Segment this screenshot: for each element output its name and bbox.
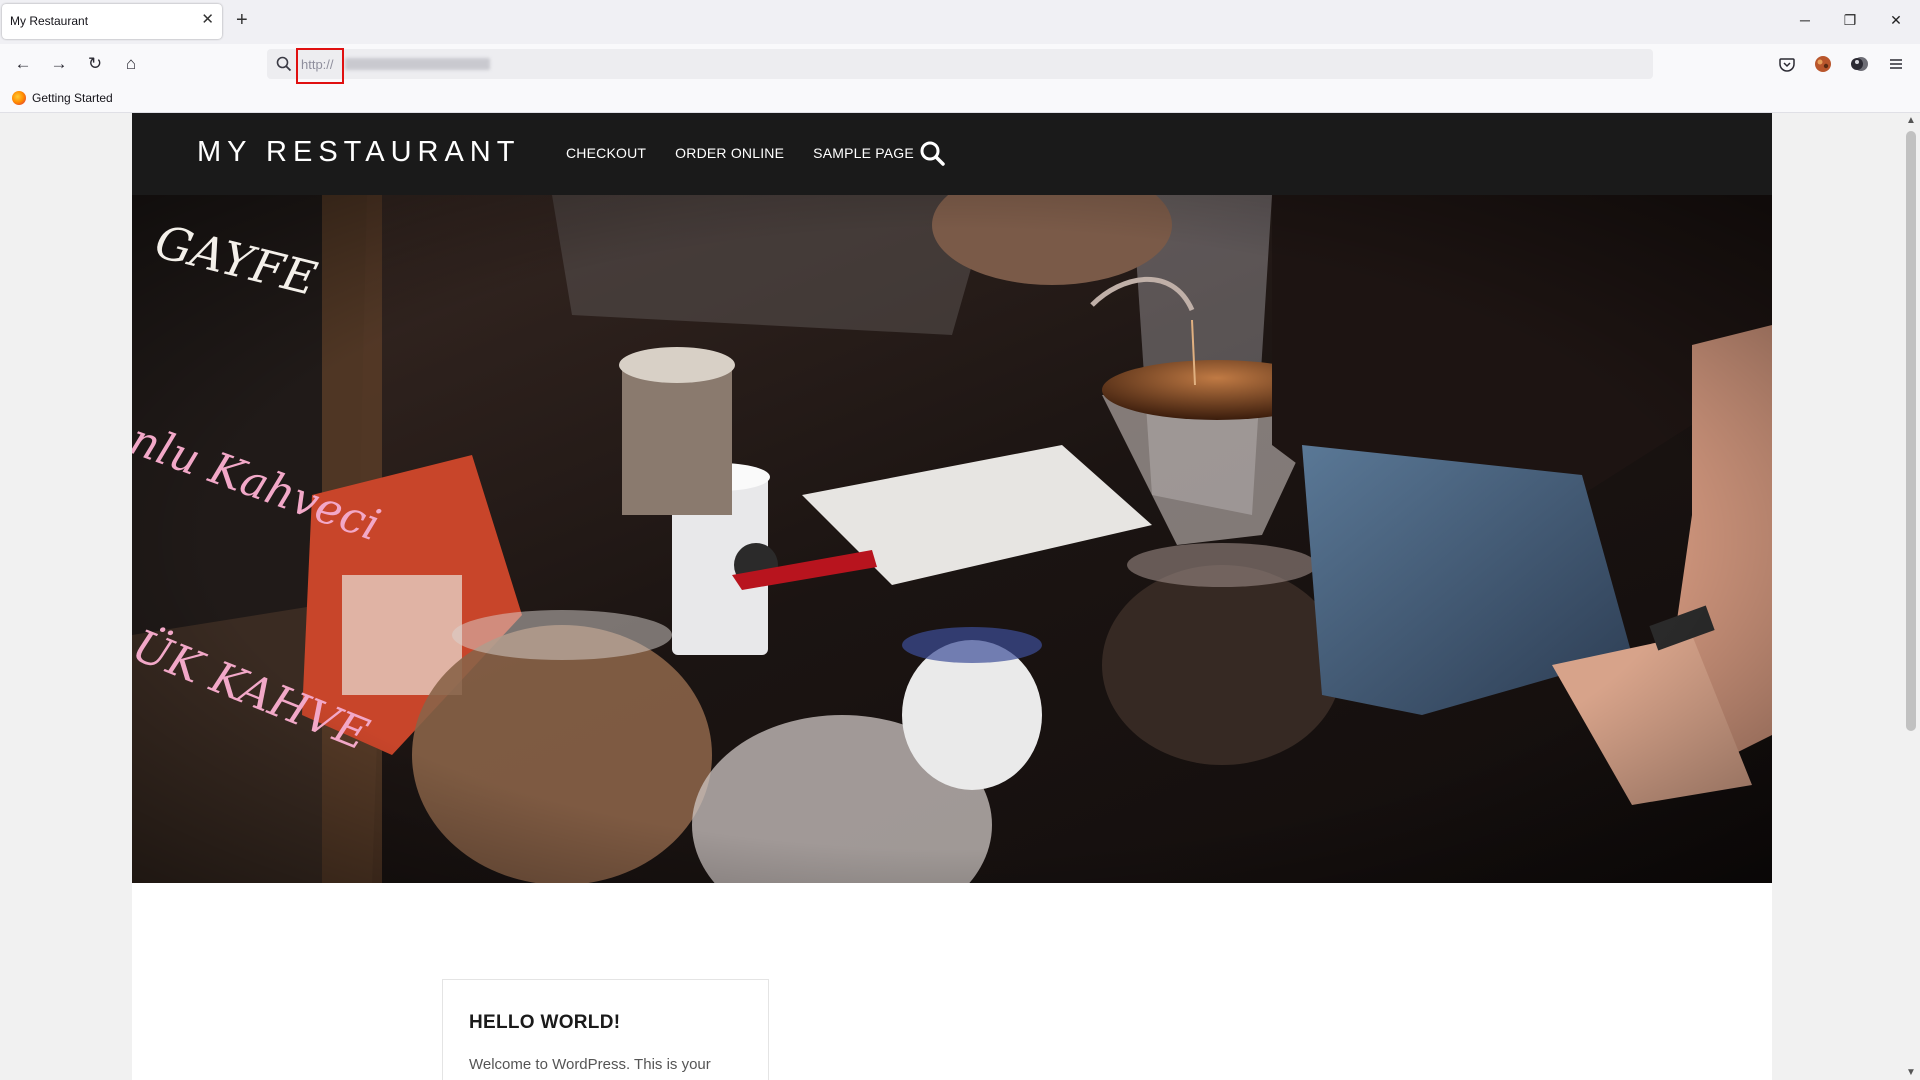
restore-icon[interactable]: ❐ <box>1840 10 1860 30</box>
bookmark-getting-started[interactable]: Getting Started <box>12 90 113 106</box>
scroll-down-icon[interactable]: ▼ <box>1906 1067 1916 1078</box>
site-title[interactable]: MY RESTAURANT <box>197 136 520 169</box>
scroll-up-icon[interactable]: ▲ <box>1906 115 1916 126</box>
menu-item-checkout[interactable]: CHECKOUT <box>566 145 646 161</box>
menu-icon[interactable] <box>1886 54 1906 74</box>
post-excerpt: Welcome to WordPress. This is your <box>469 1056 711 1073</box>
main-menu: CHECKOUT ORDER ONLINE SAMPLE PAGE <box>566 145 943 161</box>
coffee-scene-illustration <box>132 195 1772 883</box>
post-card: HELLO WORLD! Welcome to WordPress. This … <box>442 979 769 1080</box>
url-redacted <box>345 58 490 70</box>
page-viewport: MY RESTAURANT CHECKOUT ORDER ONLINE SAMP… <box>0 113 1902 1080</box>
minimize-icon[interactable]: ─ <box>1795 10 1815 30</box>
tab-my-restaurant[interactable]: My Restaurant ✕ <box>2 4 222 39</box>
new-tab-button[interactable]: + <box>236 9 248 31</box>
forward-icon[interactable]: → <box>47 52 71 76</box>
post-title[interactable]: HELLO WORLD! <box>469 1012 620 1034</box>
extension-icon[interactable] <box>1813 54 1833 74</box>
page-scrollbar[interactable]: ▲ ▼ <box>1902 113 1920 1080</box>
bookmark-label: Getting Started <box>32 91 113 105</box>
site-header: MY RESTAURANT CHECKOUT ORDER ONLINE SAMP… <box>132 113 1772 195</box>
menu-item-order-online[interactable]: ORDER ONLINE <box>675 145 784 161</box>
site-container: MY RESTAURANT CHECKOUT ORDER ONLINE SAMP… <box>132 113 1772 1080</box>
hero-image: GAYFE nlu Kahveci ÜK KAHVE <box>132 195 1772 883</box>
tab-title: My Restaurant <box>10 14 89 28</box>
firefox-icon <box>12 91 26 105</box>
pocket-icon[interactable] <box>1777 54 1797 74</box>
menu-item-sample-page[interactable]: SAMPLE PAGE <box>813 145 914 161</box>
address-bar[interactable]: http:// <box>267 48 1653 84</box>
scroll-thumb[interactable] <box>1906 131 1916 731</box>
reload-icon[interactable]: ↻ <box>83 52 107 76</box>
navigation-toolbar: ← → ↻ ⌂ http:// <box>0 44 1920 84</box>
close-window-icon[interactable]: ✕ <box>1886 10 1906 30</box>
back-icon[interactable]: ← <box>11 52 35 76</box>
bookmarks-toolbar: Getting Started <box>0 84 1920 113</box>
search-icon[interactable] <box>918 139 946 167</box>
search-icon <box>276 56 292 72</box>
account-icon[interactable] <box>1849 54 1869 74</box>
tab-bar: My Restaurant ✕ + ─ ❐ ✕ <box>0 0 1920 44</box>
url-highlight-box <box>296 48 344 84</box>
close-tab-icon[interactable]: ✕ <box>201 11 214 29</box>
home-icon[interactable]: ⌂ <box>119 52 143 76</box>
